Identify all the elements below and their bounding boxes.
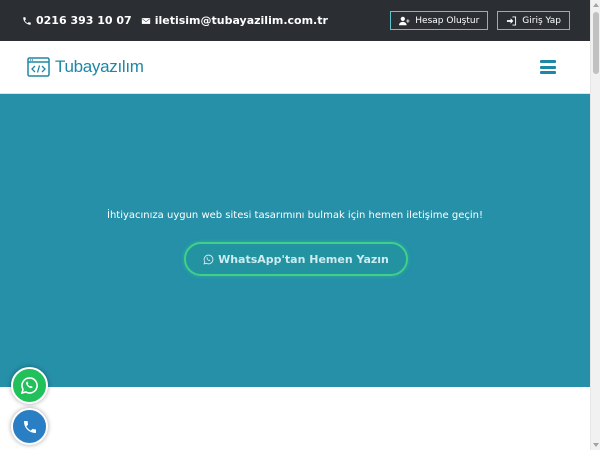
hero-text: İhtiyacınıza uygun web sitesi tasarımını… (107, 210, 483, 221)
hamburger-line (540, 71, 556, 74)
phone-number: 0216 393 10 07 (36, 14, 132, 27)
scroll-thumb[interactable] (593, 12, 599, 74)
register-button[interactable]: Hesap Oluştur (390, 11, 489, 30)
whatsapp-cta-button[interactable]: WhatsApp'tan Hemen Yazın (184, 242, 408, 276)
login-button[interactable]: Giriş Yap (497, 11, 570, 30)
sign-in-icon (506, 15, 517, 26)
phone-icon (22, 16, 32, 26)
login-label: Giriş Yap (522, 15, 561, 26)
register-label: Hesap Oluştur (415, 15, 480, 26)
page-scrollbar[interactable] (590, 0, 600, 450)
logo-text: Tubayazılım (55, 57, 144, 76)
hamburger-menu-icon[interactable] (540, 60, 556, 74)
user-plus-icon (399, 16, 410, 26)
hamburger-line (540, 65, 556, 69)
whatsapp-icon (203, 254, 214, 265)
scroll-down-arrow-icon[interactable] (593, 443, 599, 447)
whatsapp-cta-label: WhatsApp'tan Hemen Yazın (218, 252, 389, 266)
floating-whatsapp-button[interactable] (11, 367, 48, 404)
hero-section: İhtiyacınıza uygun web sitesi tasarımını… (0, 94, 590, 387)
hamburger-line (540, 60, 556, 63)
top-bar: 0216 393 10 07 iletisim@tubayazilim.com.… (0, 0, 590, 41)
site-logo[interactable]: Tubayazılım (27, 57, 144, 77)
code-icon (27, 57, 50, 77)
main-navbar: Tubayazılım (0, 41, 590, 94)
contact-phone[interactable]: 0216 393 10 07 (22, 14, 132, 27)
email-address: iletisim@tubayazilim.com.tr (154, 14, 328, 27)
contact-email[interactable]: iletisim@tubayazilim.com.tr (141, 14, 328, 27)
phone-icon (23, 420, 36, 433)
whatsapp-icon (20, 377, 38, 395)
floating-phone-button[interactable] (11, 408, 48, 445)
envelope-icon (141, 16, 151, 26)
account-actions: Hesap Oluştur Giriş Yap (390, 11, 570, 30)
scroll-up-arrow-icon[interactable] (593, 3, 599, 7)
